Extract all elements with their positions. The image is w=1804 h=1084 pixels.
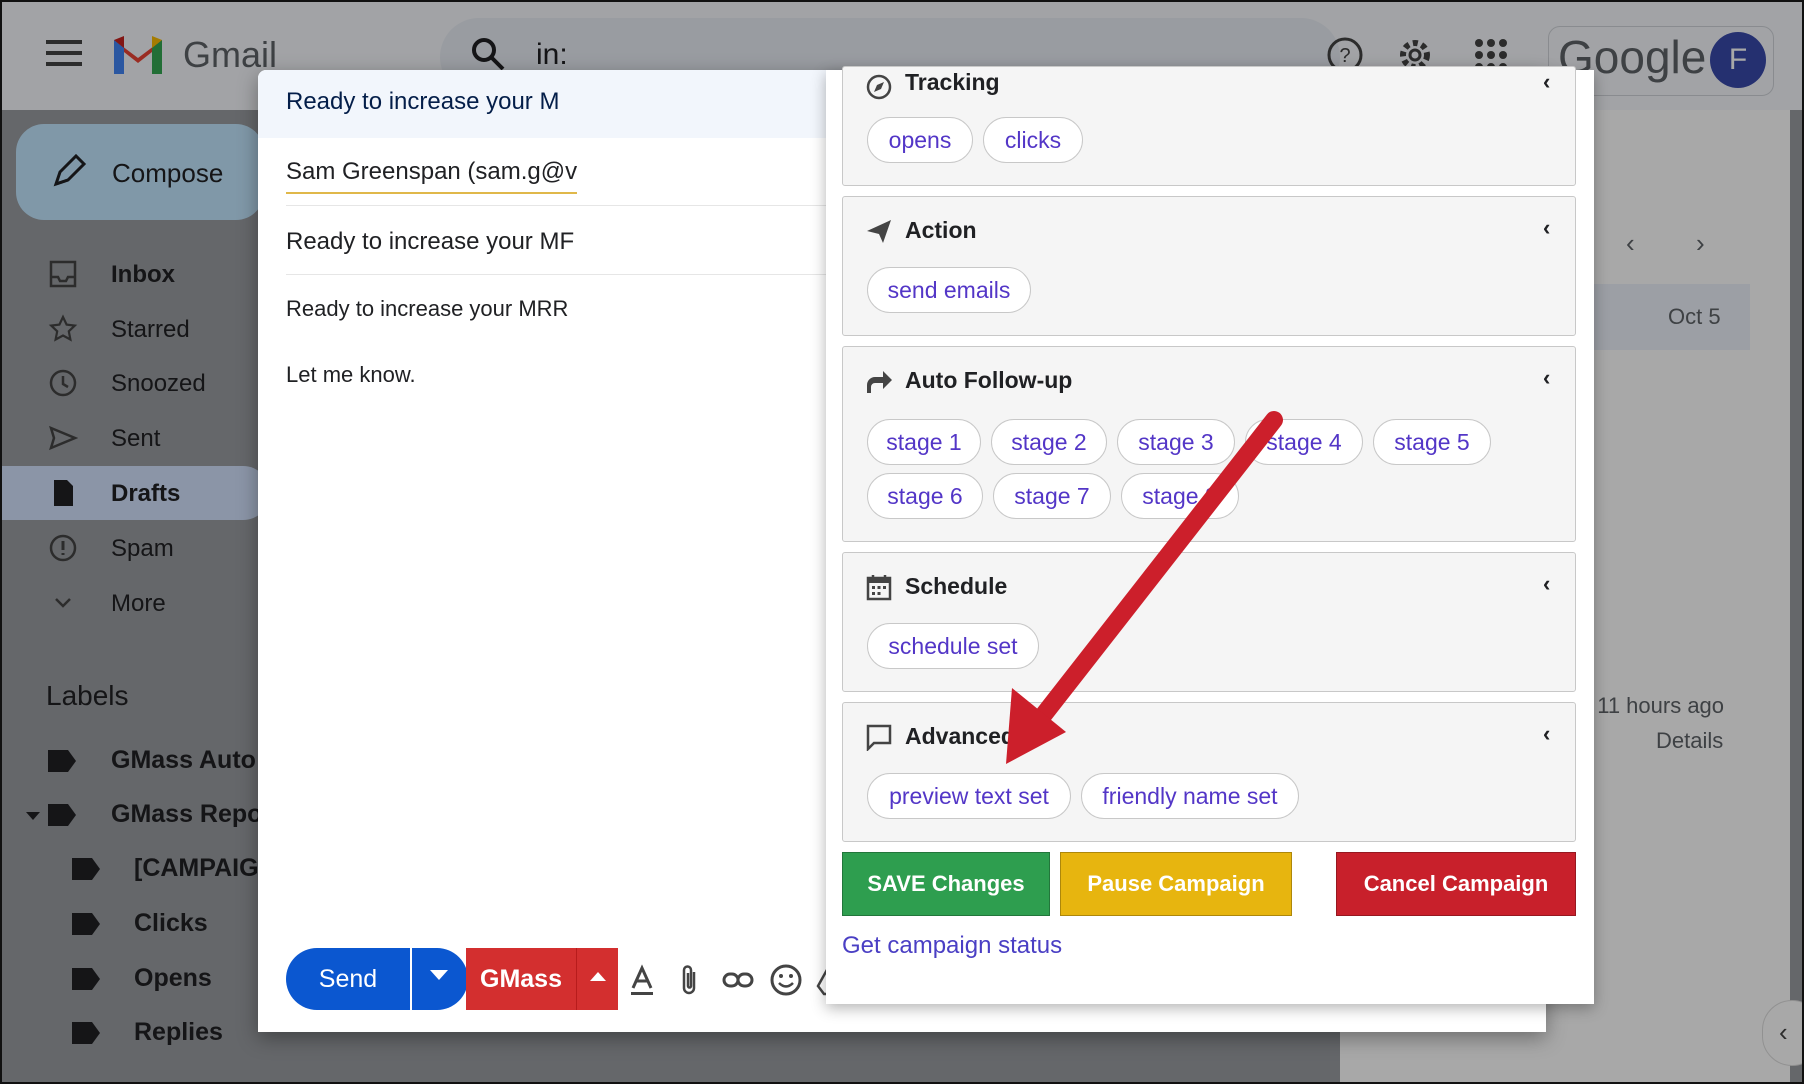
comment-icon — [866, 724, 892, 751]
get-campaign-status-link[interactable]: Get campaign status — [842, 932, 1062, 960]
chevron-left-icon[interactable]: ‹ — [1543, 571, 1550, 597]
chip-preview-text-set[interactable]: preview text set — [867, 773, 1071, 819]
attach-icon[interactable] — [672, 962, 708, 998]
chevron-left-icon[interactable]: ‹ — [1543, 215, 1550, 241]
emoji-icon[interactable] — [768, 962, 804, 998]
chevron-left-icon[interactable]: ‹ — [1543, 721, 1550, 747]
body-text[interactable]: Let me know. — [286, 362, 416, 388]
chevron-left-icon[interactable]: ‹ — [1543, 69, 1550, 95]
caret-up-icon — [590, 972, 606, 981]
calendar-icon — [866, 575, 892, 601]
section-tracking: Tracking ‹ opens clicks — [842, 66, 1576, 186]
chip-clicks[interactable]: clicks — [983, 117, 1083, 163]
compass-icon — [866, 74, 892, 100]
chip-stage-6[interactable]: stage 6 — [867, 473, 983, 519]
link-icon[interactable] — [720, 962, 756, 998]
chip-stage-3[interactable]: stage 3 — [1117, 419, 1235, 465]
caret-down-icon — [430, 970, 448, 980]
section-title: Schedule — [905, 573, 1008, 599]
send-options-button[interactable] — [412, 948, 468, 1010]
subject-field[interactable]: Ready to increase your MF — [286, 228, 574, 256]
section-title: Auto Follow-up — [905, 367, 1073, 393]
chip-stage-8[interactable]: stage 8 — [1121, 473, 1239, 519]
chip-stage-4[interactable]: stage 4 — [1245, 419, 1363, 465]
gmass-settings-panel: Tracking ‹ opens clicks Action ‹ send em… — [826, 66, 1594, 1004]
section-action: Action ‹ send emails — [842, 196, 1576, 336]
gmass-settings-button[interactable] — [576, 948, 618, 1010]
cancel-campaign-button[interactable]: Cancel Campaign — [1336, 852, 1576, 916]
section-schedule: Schedule ‹ schedule set — [842, 552, 1576, 692]
section-title: Action — [905, 217, 977, 243]
chip-friendly-name-set[interactable]: friendly name set — [1081, 773, 1299, 819]
chip-schedule-set[interactable]: schedule set — [867, 623, 1039, 669]
pause-campaign-button[interactable]: Pause Campaign — [1060, 852, 1292, 916]
compose-title: Ready to increase your M — [286, 88, 560, 115]
save-changes-button[interactable]: SAVE Changes — [842, 852, 1050, 916]
chip-stage-5[interactable]: stage 5 — [1373, 419, 1491, 465]
section-auto-follow-up: Auto Follow-up ‹ stage 1 stage 2 stage 3… — [842, 346, 1576, 542]
text-format-icon[interactable] — [624, 962, 660, 998]
recipient-chip[interactable]: Sam Greenspan (sam.g@v — [286, 158, 578, 194]
chip-stage-1[interactable]: stage 1 — [867, 419, 981, 465]
reply-arrow-icon — [867, 371, 892, 393]
chevron-left-icon[interactable]: ‹ — [1543, 365, 1550, 391]
chip-opens[interactable]: opens — [867, 117, 973, 163]
send-button[interactable]: Send — [286, 948, 410, 1010]
body-text[interactable]: Ready to increase your MRR — [286, 296, 568, 322]
section-advanced: Advanced ‹ preview text set friendly nam… — [842, 702, 1576, 842]
chip-stage-7[interactable]: stage 7 — [993, 473, 1111, 519]
section-title: Advanced — [905, 723, 1015, 749]
chip-send-emails[interactable]: send emails — [867, 267, 1031, 313]
compose-window: Ready to increase your M — ⤢ ✕ Sam Green… — [258, 66, 1594, 1032]
section-title: Tracking — [905, 69, 1000, 95]
paper-plane-icon — [867, 220, 891, 243]
chip-stage-2[interactable]: stage 2 — [991, 419, 1107, 465]
gmass-button[interactable]: GMass — [466, 948, 576, 1010]
